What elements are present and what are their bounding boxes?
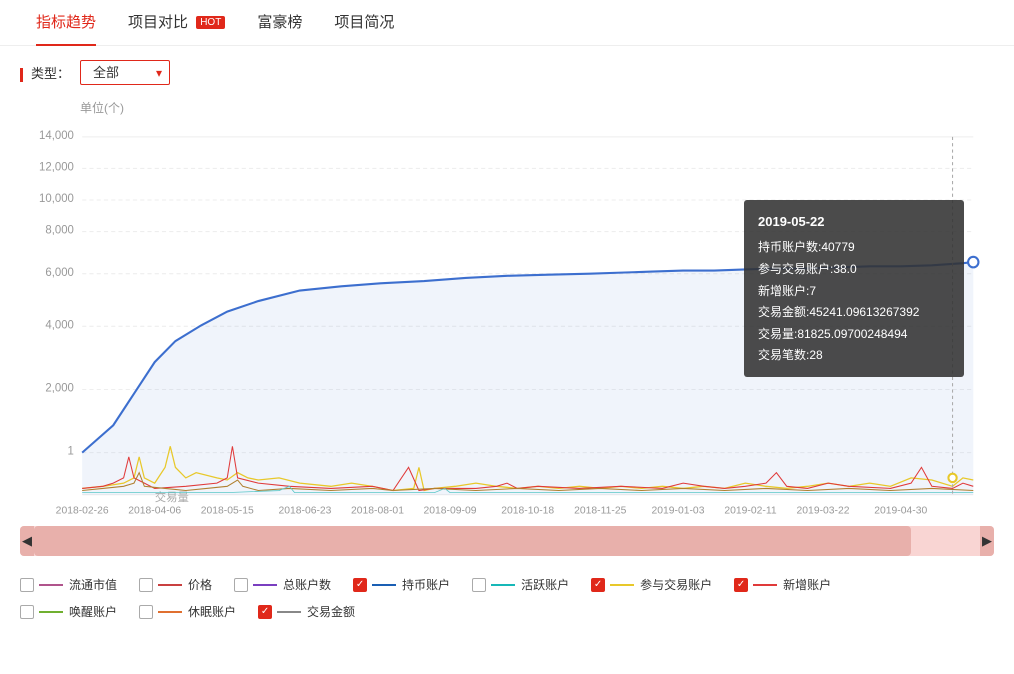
legend-check-new-accounts[interactable] [734,578,748,592]
svg-text:2,000: 2,000 [45,383,73,395]
legend-check-hold-accounts[interactable] [353,578,367,592]
nav-badge-compare: HOT [196,16,225,29]
legend-label-wake-accounts: 唤醒账户 [69,603,117,620]
legend-line-wake-accounts [39,611,63,613]
legend-check-market-cap[interactable] [20,578,34,592]
svg-text:1: 1 [68,446,74,458]
legend-line-active-accounts [491,584,515,586]
legend-item-sleep-accounts[interactable]: 休眠账户 [139,603,236,620]
legend-check-price[interactable] [139,578,153,592]
nav-label-rich: 富豪榜 [257,14,302,31]
chart-area: 14,000 12,000 10,000 8,000 6,000 4,000 2… [20,120,994,520]
chart-scrollbar: ◀ ▶ [20,526,994,556]
nav-item-compare[interactable]: 项目对比 HOT [112,0,241,46]
scroll-right-arrow[interactable]: ▶ [980,526,994,556]
legend-item-price[interactable]: 价格 [139,576,212,593]
svg-text:2018-04-06: 2018-04-06 [128,506,181,517]
legend-item-total-accounts[interactable]: 总账户数 [234,576,331,593]
legend-check-trade-amount[interactable] [258,605,272,619]
volume-label: 交易量 [155,490,189,504]
svg-text:4,000: 4,000 [45,319,73,331]
svg-text:6,000: 6,000 [45,267,73,279]
type-select-wrapper: 全部 主流 平台 DeFi 其他 [80,60,170,85]
legend-item-trade-amount[interactable]: 交易金额 [258,603,355,620]
nav-item-rich[interactable]: 富豪榜 [241,0,318,46]
legend-item-market-cap[interactable]: 流通市值 [20,576,117,593]
svg-text:2018-08-01: 2018-08-01 [351,506,404,517]
legend-check-total-accounts[interactable] [234,578,248,592]
svg-text:2018-11-25: 2018-11-25 [574,506,626,517]
legend-line-sleep-accounts [158,611,182,613]
type-select[interactable]: 全部 主流 平台 DeFi 其他 [80,60,170,85]
svg-text:2019-02-11: 2019-02-11 [724,506,776,517]
scroll-left-arrow[interactable]: ◀ [20,526,34,556]
legend-line-trade-accounts [610,584,634,586]
legend-row-1: 流通市值 价格 总账户数 持币账户 活跃账户 参与 [20,576,994,593]
legend-label-trade-accounts: 参与交易账户 [640,576,712,593]
svg-text:2019-03-22: 2019-03-22 [797,506,850,517]
legend-label-sleep-accounts: 休眠账户 [188,603,236,620]
legend-item-wake-accounts[interactable]: 唤醒账户 [20,603,117,620]
svg-text:2018-09-09: 2018-09-09 [424,506,477,517]
legend-label-new-accounts: 新增账户 [783,576,831,593]
legend-check-sleep-accounts[interactable] [139,605,153,619]
legend-line-market-cap [39,584,63,586]
nav-label-compare: 项目对比 [128,14,188,31]
svg-text:14,000: 14,000 [39,130,74,142]
svg-text:8,000: 8,000 [45,225,73,237]
filter-label: 类型： [20,63,70,82]
main-chart-svg: 14,000 12,000 10,000 8,000 6,000 4,000 2… [20,120,994,520]
legend-line-hold-accounts [372,584,396,586]
legend-label-trade-amount: 交易金额 [307,603,355,620]
chart-legend: 流通市值 价格 总账户数 持币账户 活跃账户 参与 [0,562,1014,638]
legend-label-market-cap: 流通市值 [69,576,117,593]
legend-line-price [158,584,182,586]
scrollbar-thumb[interactable] [34,526,911,556]
nav-label-indicators: 指标趋势 [36,14,96,31]
legend-check-wake-accounts[interactable] [20,605,34,619]
svg-text:2018-10-18: 2018-10-18 [501,506,554,517]
legend-check-active-accounts[interactable] [472,578,486,592]
chart-unit-label: 单位(个) [20,99,994,116]
legend-item-hold-accounts[interactable]: 持币账户 [353,576,450,593]
svg-text:10,000: 10,000 [39,193,74,205]
nav-label-overview: 项目简况 [334,14,394,31]
legend-check-trade-accounts[interactable] [591,578,605,592]
legend-row-2: 唤醒账户 休眠账户 交易金额 [20,603,994,620]
legend-item-new-accounts[interactable]: 新增账户 [734,576,831,593]
legend-line-total-accounts [253,584,277,586]
legend-line-new-accounts [753,584,777,586]
legend-line-trade-amount [277,611,301,613]
svg-text:2019-01-03: 2019-01-03 [651,506,704,517]
legend-item-active-accounts[interactable]: 活跃账户 [472,576,569,593]
nav-item-overview[interactable]: 项目简况 [318,0,410,46]
filter-bar: 类型： 全部 主流 平台 DeFi 其他 [0,46,1014,99]
svg-text:2019-04-30: 2019-04-30 [874,506,927,517]
legend-item-trade-accounts[interactable]: 参与交易账户 [591,576,712,593]
top-navigation: 指标趋势 项目对比 HOT 富豪榜 项目简况 [0,0,1014,46]
legend-label-price: 价格 [188,576,212,593]
svg-text:12,000: 12,000 [39,161,74,173]
svg-text:2018-02-26: 2018-02-26 [56,506,109,517]
nav-item-indicators[interactable]: 指标趋势 [20,0,112,46]
legend-label-total-accounts: 总账户数 [283,576,331,593]
legend-label-active-accounts: 活跃账户 [521,576,569,593]
legend-label-hold-accounts: 持币账户 [402,576,450,593]
chart-container: 单位(个) 14,000 12,000 10,000 8,000 6,000 4… [0,99,1014,520]
chart-endpoint-dot [968,257,978,268]
svg-text:2018-05-15: 2018-05-15 [201,506,254,517]
svg-text:2018-06-23: 2018-06-23 [278,506,331,517]
